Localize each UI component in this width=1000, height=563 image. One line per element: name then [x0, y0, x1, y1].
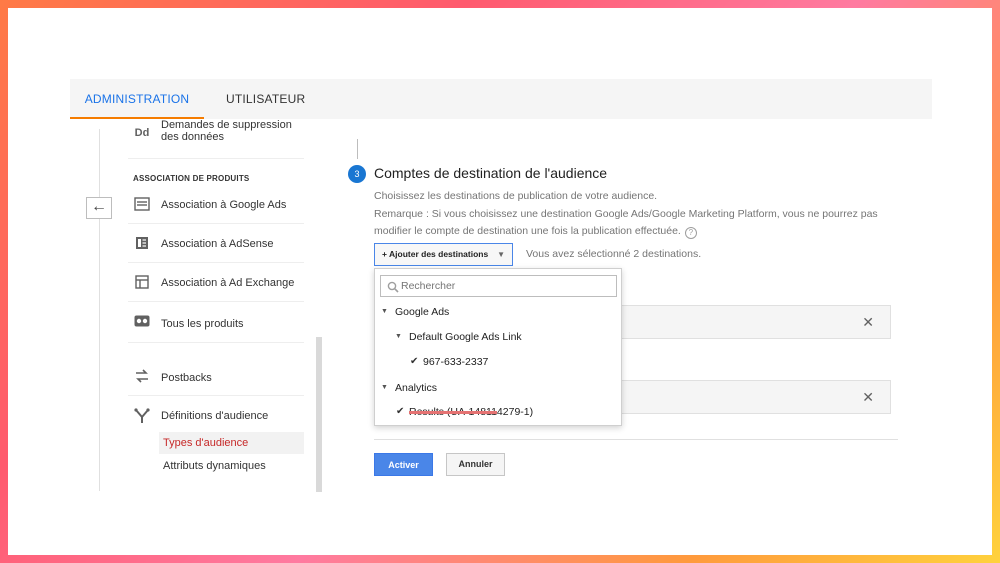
step-title: Comptes de destination de l'audience — [374, 165, 608, 181]
remove-icon[interactable]: ✕ — [862, 389, 874, 406]
sidebar-subitem-dynamic-attributes[interactable]: Attributs dynamiques — [159, 455, 304, 477]
sidebar-item-audience-definitions[interactable]: Définitions d'audience — [128, 397, 304, 435]
checkmark-icon: ✔ — [410, 356, 419, 367]
sidebar-scrollbar[interactable] — [316, 337, 322, 492]
help-icon[interactable]: ? — [684, 226, 697, 239]
destinations-dropdown: ▼ Google Ads ▼ Default Google Ads Link ✔… — [374, 268, 622, 426]
triangle-down-icon: ▼ — [381, 308, 388, 315]
tab-administration[interactable]: ADMINISTRATION — [70, 79, 204, 119]
sidebar-item-google-ads-link[interactable]: Association à Google Ads — [128, 186, 304, 224]
sidebar-item-all-products[interactable]: Tous les produits — [128, 303, 304, 343]
content-frame: ADMINISTRATION UTILISATEUR ← Dd Demandes… — [8, 8, 992, 555]
redaction-mark — [409, 411, 497, 414]
admin-sidebar: Dd Demandes de suppression des données A… — [128, 119, 304, 494]
tree-label: 967-633-2337 — [423, 356, 489, 368]
sidebar-item-adsense-link[interactable]: Association à AdSense — [128, 225, 304, 263]
google-ads-icon — [134, 197, 150, 213]
tree-label: Default Google Ads Link — [409, 331, 522, 343]
step-note: Remarque : Si vous choisissez une destin… — [374, 206, 894, 239]
add-destinations-label: + Ajouter des destinations — [382, 249, 489, 259]
tree-item-ads-account[interactable]: ✔ 967-633-2337 — [375, 351, 621, 373]
add-destinations-button[interactable]: + Ajouter des destinations ▼ — [374, 243, 513, 266]
cancel-button[interactable]: Annuler — [446, 453, 505, 476]
sidebar-item-data-deletion[interactable]: Dd Demandes de suppression des données — [128, 119, 304, 159]
sidebar-item-label: Tous les produits — [161, 318, 244, 330]
section-header-product-linking: ASSOCIATION DE PRODUITS — [133, 174, 250, 183]
tree-label: Google Ads — [395, 306, 450, 318]
all-products-icon — [134, 315, 150, 331]
triangle-down-icon: ▼ — [381, 384, 388, 391]
step-connector — [357, 139, 358, 159]
step-description: Choisissez les destinations de publicati… — [374, 190, 658, 202]
sidebar-item-label: Demandes de suppression des données — [161, 119, 292, 143]
ad-exchange-icon — [134, 275, 150, 291]
tree-group-google-ads[interactable]: ▼ Google Ads — [375, 301, 621, 323]
checkmark-icon: ✔ — [396, 406, 405, 417]
back-button[interactable]: ← — [86, 197, 112, 219]
arrow-left-icon: ← — [91, 198, 107, 215]
step-note-text: Remarque : Si vous choisissez une destin… — [374, 208, 878, 237]
sidebar-divider — [99, 129, 100, 491]
sidebar-item-label: Association à Ad Exchange — [161, 277, 295, 289]
audience-definitions-icon — [134, 408, 150, 424]
tree-group-default-ads-link[interactable]: ▼ Default Google Ads Link — [375, 326, 621, 348]
actions-divider — [374, 439, 898, 440]
remove-icon[interactable]: ✕ — [862, 314, 874, 331]
adsense-icon — [134, 236, 150, 252]
analytics-admin-app: ADMINISTRATION UTILISATEUR ← Dd Demandes… — [70, 79, 932, 494]
sidebar-item-label: Postbacks — [161, 372, 212, 384]
triangle-down-icon: ▼ — [395, 333, 402, 340]
tree-group-analytics[interactable]: ▼ Analytics — [375, 377, 621, 399]
tab-utilisateur[interactable]: UTILISATEUR — [218, 79, 313, 119]
activate-button[interactable]: Activer — [374, 453, 433, 476]
postbacks-icon — [134, 369, 150, 385]
tree-item-analytics-property[interactable]: ✔ Results (UA-148114279-1) — [375, 401, 621, 423]
tree-label: Analytics — [395, 382, 438, 394]
sidebar-item-postbacks[interactable]: Postbacks — [128, 358, 304, 396]
step-number-badge: 3 — [348, 165, 366, 183]
data-deletion-icon: Dd — [134, 127, 150, 139]
sidebar-subitem-audience-types[interactable]: Types d'audience — [159, 432, 304, 454]
audience-step-panel: 3 Comptes de destination de l'audience C… — [340, 119, 932, 494]
caret-down-icon: ▼ — [497, 250, 505, 259]
destination-search[interactable] — [380, 275, 617, 297]
selected-count-text: Vous avez sélectionné 2 destinations. — [526, 248, 702, 260]
sidebar-item-label: Définitions d'audience — [161, 410, 269, 422]
search-input[interactable] — [401, 278, 611, 294]
sidebar-item-label: Association à Google Ads — [161, 199, 287, 211]
search-icon — [387, 280, 399, 293]
sidebar-item-label: Association à AdSense — [161, 238, 274, 250]
top-tab-bar: ADMINISTRATION UTILISATEUR — [70, 79, 932, 119]
sidebar-item-ad-exchange-link[interactable]: Association à Ad Exchange — [128, 264, 304, 302]
